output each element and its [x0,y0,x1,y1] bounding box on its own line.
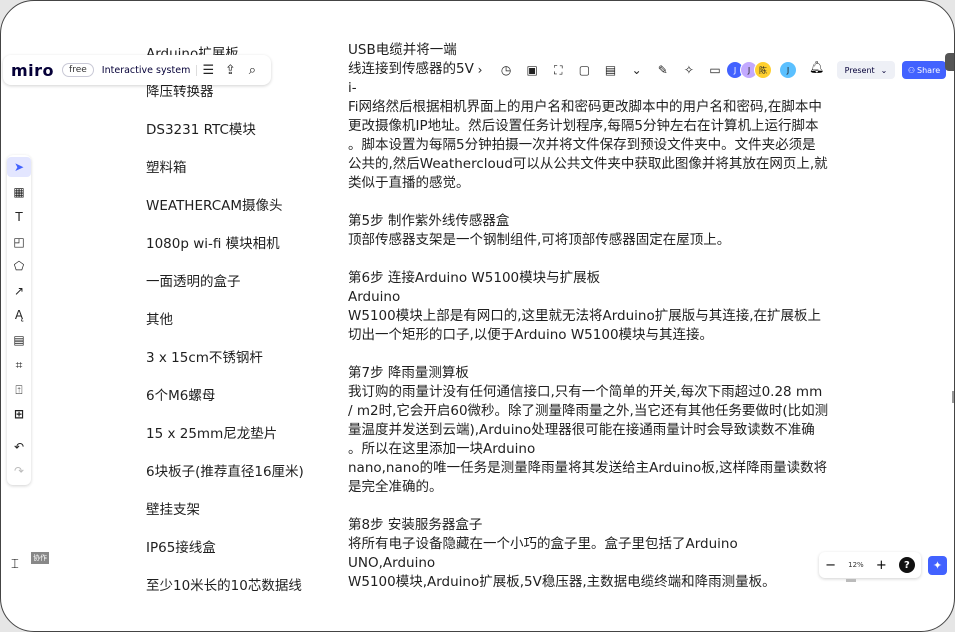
list-item: 1080p wi-fi 模块相机 [146,236,280,252]
comment-icon[interactable]: ▭ [704,59,726,81]
text-line: / m2时,它会开启60微秒。除了测量降雨量之外,当它还有其他任务要做时(比如测 [348,403,829,419]
card-icon[interactable]: ▣ [521,59,543,81]
text-line: 切出一个矩形的口子,以便于Arduino W5100模块与其连接。 [348,327,714,343]
zoom-controls: − 12% + ? [819,552,921,578]
list-item: 壁挂支架 [146,502,200,518]
chevron-down-icon: ⌄ [880,65,888,75]
edge-handle [945,53,954,71]
text-line: W5100模块,Arduino扩展板,5V稳压器,主数据电缆终端和降雨测量板。 [348,574,776,590]
list-item: 塑料箱 [146,160,187,176]
text-line: 类似于直播的感觉。 [348,175,470,191]
text-line: UNO,Arduino [348,555,436,571]
frame-icon[interactable]: ⌗ [7,355,31,375]
avatar[interactable]: 陈 [754,61,772,79]
text-line: 。所以在这里添加一块Arduino [348,441,536,457]
step-heading: 第7步 降雨量测算板 [348,365,469,381]
collaborator-avatars: J J 陈 J [726,61,797,79]
collaboration-toolbar: › ◷ ▣ ⛶ ▢ ▤ ⌄ ✎ ✧ ▭ [469,58,726,82]
present-button[interactable]: Present ⌄ [837,61,895,79]
share-button[interactable]: ⚇ Share [902,61,946,79]
timer-icon[interactable]: ◷ [495,59,517,81]
select-icon[interactable]: ➤ [7,157,31,177]
app-window: Arduino扩展板 降压转换器 DS3231 RTC模块 塑料箱 WEATHE… [0,0,955,632]
list-item: 一面透明的盒子 [146,274,241,290]
pen-icon[interactable]: Ą [7,305,31,325]
chevron-down-icon[interactable]: ⌄ [626,59,648,81]
text-line: 。脚本设置为每隔5分钟拍摄一次并将文件保存到预设文件夹中。文件夹必须是 [348,137,816,153]
list-item: 至少10米长的10芯数据线 [146,578,302,594]
text-line: 我订购的雨量计没有任何通信接口,只有一个简单的开关,每次下雨超过0.28 mm [348,384,823,400]
add-icon[interactable]: ⊞ [7,404,31,424]
bell-icon[interactable]: 🔔︎ [809,60,824,74]
reaction-icon[interactable]: ✧ [678,59,700,81]
miro-logo[interactable]: miro [11,61,54,80]
text-line: 量温度并发送到云端),Arduino处理器很可能在接通雨量计时会导致读数不准确 [348,422,815,438]
pen-icon[interactable]: ✎ [652,59,674,81]
users-icon: ⚇ [907,65,916,75]
text-line: 是完全准确的。 [348,479,443,495]
avatar[interactable]: J [779,61,797,79]
help-button[interactable]: ? [898,557,915,573]
list-item: WEATHERCAM摄像头 [146,198,283,214]
text-line: 更改摄像机IP地址。然后设置任务计划程序,每隔5分钟左右在计算机上运行脚本 [348,118,819,134]
step-heading: 第6步 连接Arduino W5100模块与扩展板 [348,270,601,286]
list-item: 其他 [146,312,173,328]
arrow-icon[interactable]: ↗ [7,281,31,301]
number-icon[interactable]: ▢ [573,59,595,81]
focus-icon[interactable]: ⛶ [547,59,569,81]
list-item: DS3231 RTC模块 [146,122,256,138]
ai-assist-icon[interactable]: ✦ [928,556,947,575]
horizontal-scrollbar[interactable] [846,579,856,582]
doc-icon[interactable]: ▤ [600,59,622,81]
chevron-right-icon[interactable]: › [469,59,491,81]
text-line: 公共的,然后Weathercloud可以从公共文件夹中获取此图像并将其放在网页上… [348,156,828,172]
zoom-in-button[interactable]: + [876,558,887,573]
list-item: 15 x 25mm尼龙垫片 [146,426,278,442]
template-icon[interactable]: ▦ [7,182,31,202]
present-label: Present [844,65,875,75]
creation-toolbar: ➤ ▦ T ◰ ⬠ ↗ Ą ▤ ⌗ ⍐ ⊞ ↶ ↷ [7,155,31,485]
text-line: Fi网络然后根据相机界面上的用户名和密码更改脚本中的用户名和密码,在脚本中 [348,99,822,115]
list-item: 6块板子(推荐直径16厘米) [146,464,304,480]
text-line: 将所有电子设备隐藏在一个小巧的盒子里。盒子里包括了Arduino [348,536,738,552]
step-heading: 第5步 制作紫外线传感器盒 [348,213,510,229]
list-item: 3 x 15cm不锈钢杆 [146,350,263,366]
zoom-level[interactable]: 12% [848,561,864,569]
list-item: IP65接线盒 [146,540,216,556]
plan-badge[interactable]: free [62,63,94,77]
text-line: 顶部传感器支架是一个钢制组件,可将顶部传感器固定在屋顶上。 [348,232,731,248]
board-name[interactable]: Interactive system [102,64,198,76]
text-line: nano,nano的唯一任务是测量降雨量将其发送给主Arduino板,这样降雨量… [348,460,828,476]
list-item: 6个M6螺母 [146,388,216,404]
board-header: miro free Interactive system ☰ ⇪ ⌕ [3,55,271,85]
undo-icon[interactable]: ↶ [7,437,31,457]
step-heading: 第8步 安装服务器盒子 [348,517,483,533]
share-label: Share [917,65,941,75]
text-line: Arduino [348,289,401,305]
text-line: W5100模块上部是有网口的,这里就无法将Arduino扩展版与其连接,在扩展板… [348,308,822,324]
redo-icon[interactable]: ↷ [7,461,31,481]
upload-icon[interactable]: ⇪ [219,59,241,81]
zoom-out-button[interactable]: − [825,558,836,573]
upload-icon[interactable]: ⍐ [7,380,31,400]
shapes-icon[interactable]: ⬠ [7,256,31,276]
frame-label: 协作 [31,552,49,564]
text-icon[interactable]: T [7,207,31,227]
search-icon[interactable]: ⌕ [241,59,263,81]
article-text: USB电缆并将一端 线连接到传感器的5V i- Fi网络然后根据相机界面上的用户… [348,41,829,592]
frames-icon[interactable]: ⌶ [11,557,19,572]
menu-icon[interactable]: ☰ [197,59,219,81]
sticky-note-icon[interactable]: ◰ [7,232,31,252]
comment-icon[interactable]: ▤ [7,330,31,350]
